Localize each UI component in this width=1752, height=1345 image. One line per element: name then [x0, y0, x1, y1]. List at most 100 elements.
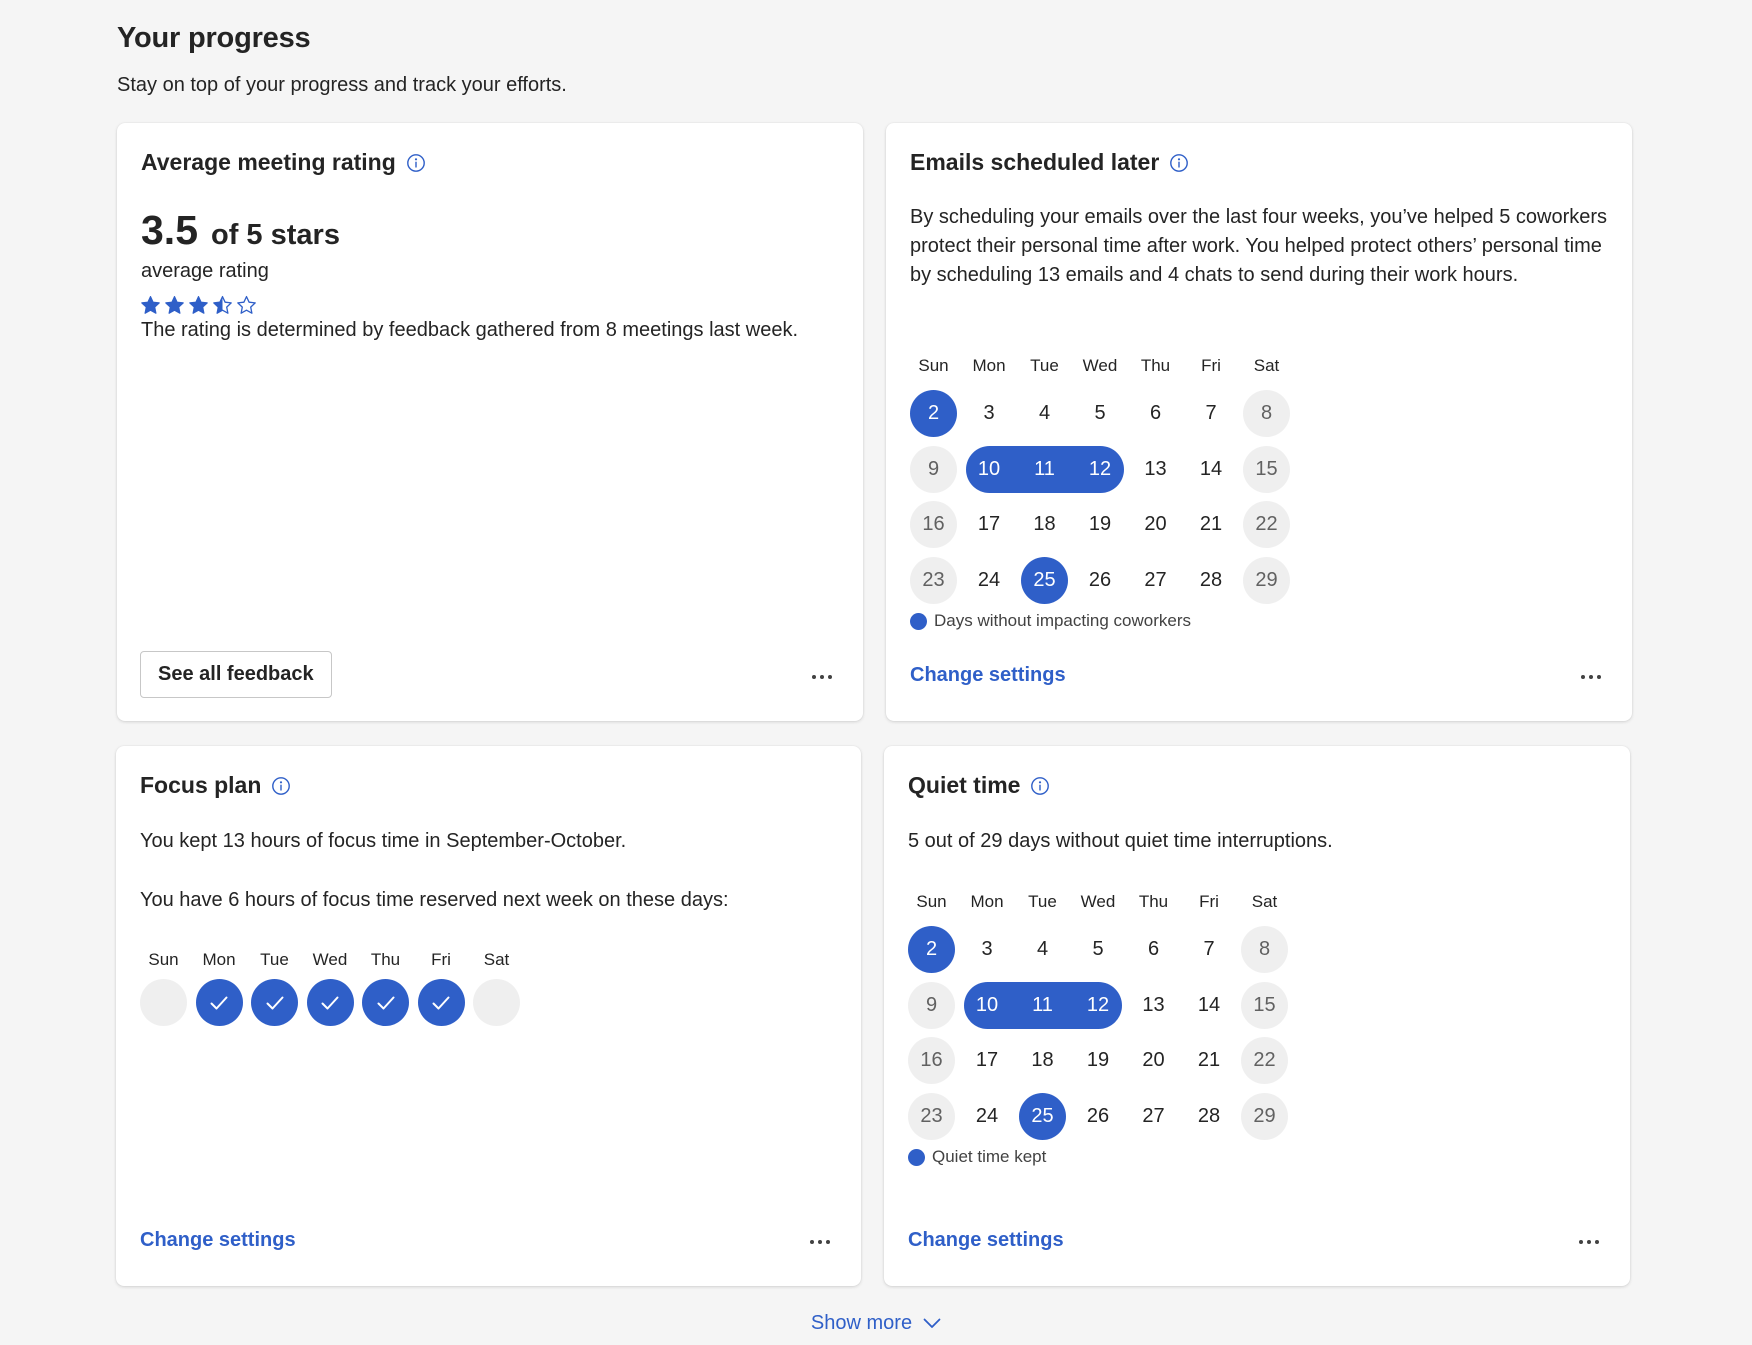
day-of-week-label: Sat — [1253, 356, 1280, 375]
calendar-day: 6 — [1147, 938, 1160, 960]
day-of-week-label: Fri — [1201, 356, 1221, 375]
calendar-day: 16 — [908, 1037, 955, 1084]
calendar-week-row: 16 17 18 19 20 21 22 — [910, 497, 1310, 553]
info-icon[interactable] — [406, 153, 426, 173]
calendar-day: 24 — [975, 1104, 999, 1127]
rating-value: 3.5 — [141, 207, 198, 253]
day-of-week-label: Mon — [202, 950, 236, 969]
focus-day-reserved — [417, 979, 465, 1026]
progress-page: Your progress Stay on top of your progre… — [0, 0, 1752, 1345]
calendar-day: 16 — [910, 501, 957, 548]
focus-day-reserved — [251, 979, 298, 1026]
show-more-button[interactable]: Show more — [0, 1312, 1752, 1335]
calendar-day: 19 — [1086, 1049, 1110, 1071]
change-settings-link[interactable]: Change settings — [140, 1229, 296, 1252]
calendar-day: 22 — [1241, 1037, 1288, 1084]
calendar-day: 21 — [1197, 1049, 1221, 1071]
day-of-week-label: Sat — [1251, 892, 1278, 911]
day-of-week-label: Tue — [1030, 356, 1059, 375]
calendar-day: 17 — [977, 513, 1001, 535]
calendar-week-row: 16 17 18 19 20 21 22 — [908, 1033, 1308, 1089]
checkmark-icon — [374, 991, 398, 1015]
legend-dot — [908, 1148, 925, 1166]
calendar-day: 20 — [1142, 1049, 1165, 1071]
more-options-icon[interactable] — [807, 667, 837, 687]
calendar-day: 24 — [977, 568, 1001, 591]
more-options-icon[interactable] — [1574, 1232, 1604, 1252]
emails-description: By scheduling your emails over the last … — [910, 206, 1608, 286]
calendar-day: 3 — [981, 938, 993, 960]
quiet-time-legend: Quiet time kept — [908, 1147, 1046, 1167]
change-settings-link[interactable]: Change settings — [910, 664, 1066, 687]
calendar-day-highlighted: 25 — [1019, 1092, 1066, 1140]
calendar-day: 26 — [1086, 1104, 1110, 1127]
day-of-week-label: Sun — [148, 950, 179, 969]
change-settings-link[interactable]: Change settings — [908, 1229, 1064, 1252]
day-of-week-label: Thu — [1140, 356, 1171, 375]
calendar-week-row: 2 3 4 5 6 7 8 — [908, 922, 1308, 978]
day-of-week-label: Sat — [483, 950, 510, 969]
card-title-text: Average meeting rating — [141, 149, 396, 175]
checkmark-icon — [429, 991, 453, 1015]
calendar-day-highlighted: 12 — [1086, 993, 1110, 1016]
day-of-week-label: Fri — [431, 950, 451, 969]
day-of-week-label: Thu — [1138, 892, 1169, 911]
calendar-week-row: 9 10 11 12 13 14 15 — [910, 442, 1310, 498]
calendar-day-highlighted: 2 — [910, 390, 957, 437]
calendar-day: 18 — [1031, 1049, 1054, 1071]
calendar-day: 27 — [1142, 1104, 1165, 1127]
page-title: Your progress — [117, 22, 311, 54]
calendar-day: 28 — [1199, 568, 1223, 591]
day-of-week-label: Sun — [916, 892, 947, 911]
star-rating — [140, 295, 257, 316]
info-icon[interactable] — [271, 776, 291, 796]
day-of-week-label: Tue — [1028, 892, 1057, 911]
focus-day-empty — [140, 979, 187, 1026]
quiet-time-card-title: Quiet time — [908, 772, 1050, 799]
info-icon[interactable] — [1169, 153, 1189, 173]
calendar-day: 13 — [1142, 993, 1165, 1016]
calendar-day-highlighted: 12 — [1088, 457, 1112, 480]
focus-kept-text: You kept 13 hours of focus time in Septe… — [140, 830, 627, 852]
day-of-week-label: Tue — [260, 950, 289, 969]
calendar-day-highlighted: 2 — [908, 926, 955, 973]
legend-label: Days without impacting coworkers — [934, 611, 1191, 630]
calendar-day: 4 — [1036, 938, 1049, 960]
calendar-day-highlighted: 10 — [977, 457, 1001, 480]
meeting-rating-card-title: Average meeting rating — [141, 149, 426, 176]
star-empty-icon — [236, 295, 257, 316]
calendar-day: 28 — [1197, 1104, 1221, 1127]
calendar-header: Sun Mon Tue Wed Thu Fri Sat — [910, 356, 1310, 386]
calendar-day: 29 — [1243, 556, 1290, 604]
day-of-week-label: Wed — [1080, 892, 1116, 911]
day-of-week-label: Sun — [918, 356, 949, 375]
calendar-day: 23 — [910, 556, 957, 604]
calendar-day: 5 — [1092, 938, 1104, 960]
info-icon[interactable] — [1030, 776, 1050, 796]
calendar-day-highlighted: 10 — [975, 993, 999, 1016]
meeting-rating-card: Average meeting rating 3.5 of 5 stars av… — [117, 123, 863, 721]
quiet-time-calendar: Sun Mon Tue Wed Thu Fri Sat 2 3 4 5 6 7 8 9 10 11 12 13 14 1… — [908, 892, 1308, 1144]
calendar-day: 14 — [1197, 993, 1221, 1016]
calendar-header: Sun Mon Tue Wed Thu Fri Sat — [908, 892, 1308, 922]
calendar-day: 7 — [1205, 402, 1217, 424]
calendar-day: 8 — [1243, 390, 1290, 437]
calendar-day: 19 — [1088, 513, 1112, 535]
focus-day-reserved — [306, 979, 354, 1026]
calendar-day: 9 — [910, 445, 957, 493]
see-all-feedback-button[interactable]: See all feedback — [140, 651, 332, 698]
day-of-week-label: Mon — [972, 356, 1006, 375]
chevron-down-icon — [923, 1318, 941, 1329]
emails-legend: Days without impacting coworkers — [910, 611, 1191, 631]
quiet-time-description: 5 out of 29 days without quiet time inte… — [908, 830, 1333, 852]
star-filled-icon — [140, 295, 161, 316]
calendar-week-row: 23 24 25 26 27 28 29 — [910, 553, 1310, 609]
more-options-icon[interactable] — [805, 1232, 835, 1252]
checkmark-icon — [318, 991, 342, 1015]
calendar-day: 14 — [1199, 457, 1223, 480]
day-of-week-label: Mon — [970, 892, 1004, 911]
emails-calendar: Sun Mon Tue Wed Thu Fri Sat 2 3 4 5 6 7 8 9 10 11 12 13 14 1… — [910, 356, 1310, 608]
calendar-day: 13 — [1144, 457, 1167, 480]
rating-out-of: of 5 stars — [211, 219, 340, 251]
more-options-icon[interactable] — [1576, 667, 1606, 687]
